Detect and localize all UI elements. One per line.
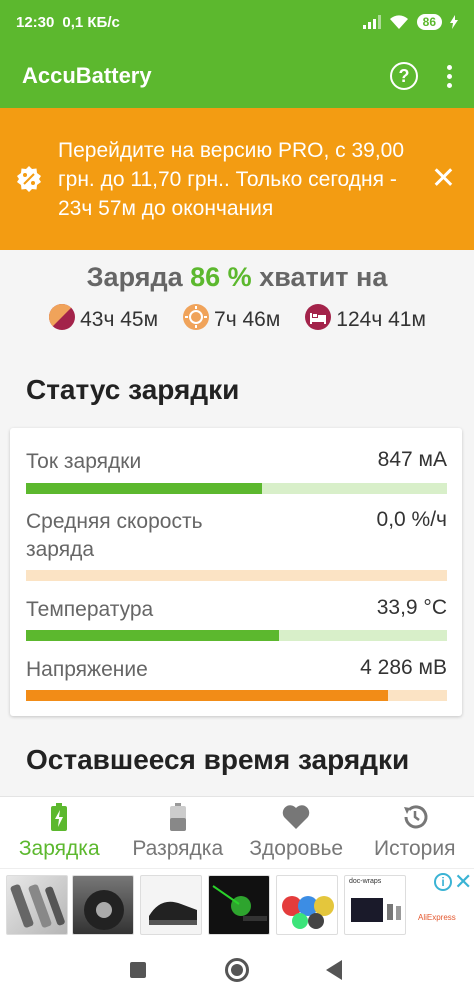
summary-suffix: хватит на	[259, 262, 388, 292]
battery-level-badge: 86	[416, 14, 442, 30]
tab-label: Здоровье	[249, 837, 344, 860]
screen-on-icon	[48, 303, 76, 337]
app-bar: AccuBattery ?	[0, 44, 474, 108]
ad-product-image[interactable]	[140, 875, 202, 935]
remaining-time-title: Оставшееся время зарядки	[26, 744, 410, 775]
summary-prefix: Заряда	[86, 262, 183, 292]
row-label: Средняя скорость заряда	[26, 510, 203, 561]
wifi-icon	[389, 14, 409, 30]
ad-banner[interactable]: doc-wraps AliExpress i ✕	[0, 868, 474, 940]
help-circle-icon[interactable]: ?	[390, 62, 418, 90]
charging-bolt-icon	[450, 15, 458, 29]
charge-summary: Заряда 86 % хватит на 43ч 45м 7ч 46м 124…	[0, 262, 474, 337]
ad-info-icon[interactable]: i	[434, 873, 452, 891]
ad-product-image[interactable]	[6, 875, 68, 935]
tab-history[interactable]: История	[356, 797, 474, 868]
screen-on-value: 43ч 45м	[80, 308, 159, 331]
battery-icon	[169, 803, 186, 831]
discount-tag-icon	[0, 165, 58, 193]
history-icon	[401, 803, 429, 831]
system-navigation-bar	[0, 940, 474, 1000]
pro-promo-banner[interactable]: Перейдите на версию PRO, с 39,00 грн. до…	[0, 108, 474, 250]
sleep-value: 124ч 41м	[336, 308, 426, 331]
avg-rate-row: Средняя скорость заряда 0,0 %/ч	[26, 508, 447, 581]
tab-health[interactable]: Здоровье	[237, 797, 356, 868]
battery-percent: 86 %	[190, 262, 252, 292]
ad-product-image[interactable]	[208, 875, 270, 935]
app-title: AccuBattery	[22, 63, 152, 88]
charging-status-card: Ток зарядки 847 мА Средняя скорость заря…	[10, 428, 462, 716]
ad-product-label: doc-wraps	[349, 878, 382, 885]
charging-status-title: Статус зарядки	[26, 374, 240, 405]
tab-charging[interactable]: Зарядка	[0, 797, 119, 868]
ad-product-image[interactable]	[72, 875, 134, 935]
more-vert-icon[interactable]	[444, 64, 454, 88]
status-time: 12:30	[16, 13, 55, 31]
screen-off-icon	[182, 303, 210, 337]
ad-brand: AliExpress	[418, 913, 456, 922]
screen-off-value: 7ч 46м	[214, 308, 281, 331]
bottom-navigation: Зарядка Разрядка Здоровье История	[0, 796, 474, 868]
voltage-bar	[26, 690, 447, 701]
summary-headline: Заряда 86 % хватит на	[0, 262, 474, 293]
row-value: 33,9 °C	[376, 596, 447, 619]
voltage-row: Напряжение 4 286 мВ	[26, 656, 447, 701]
sleep-bed-icon	[304, 303, 332, 337]
row-value: 4 286 мВ	[360, 656, 447, 679]
recents-icon[interactable]	[130, 962, 146, 978]
screen-on-time: 43ч 45м	[48, 303, 158, 337]
screen-off-time: 7ч 46м	[182, 303, 280, 337]
back-icon[interactable]	[326, 960, 342, 985]
tab-label: История	[374, 837, 456, 860]
battery-charging-icon	[51, 803, 68, 831]
ad-close-icon[interactable]: ✕	[454, 869, 472, 895]
close-icon[interactable]: ✕	[431, 164, 456, 194]
signal-icon	[362, 15, 381, 29]
row-value: 847 мА	[377, 448, 447, 471]
charge-current-bar	[26, 483, 447, 494]
home-icon[interactable]	[225, 958, 249, 982]
avg-rate-bar	[26, 570, 447, 581]
temperature-row: Температура 33,9 °C	[26, 596, 447, 641]
network-speed: 0,1 КБ/с	[62, 13, 120, 31]
tab-label: Зарядка	[18, 837, 100, 860]
row-value: 0,0 %/ч	[376, 508, 447, 531]
ad-product-image[interactable]: doc-wraps	[344, 875, 406, 935]
charge-current-row: Ток зарядки 847 мА	[26, 448, 447, 494]
temperature-bar	[26, 630, 447, 641]
ad-product-image[interactable]	[276, 875, 338, 935]
tab-discharging[interactable]: Разрядка	[119, 797, 238, 868]
status-bar: 12:30 0,1 КБ/с 86	[0, 0, 474, 44]
heart-icon	[282, 803, 310, 831]
sleep-time: 124ч 41м	[304, 303, 426, 337]
tab-label: Разрядка	[132, 837, 224, 860]
promo-text: Перейдите на версию PRO, с 39,00 грн. до…	[58, 138, 405, 220]
